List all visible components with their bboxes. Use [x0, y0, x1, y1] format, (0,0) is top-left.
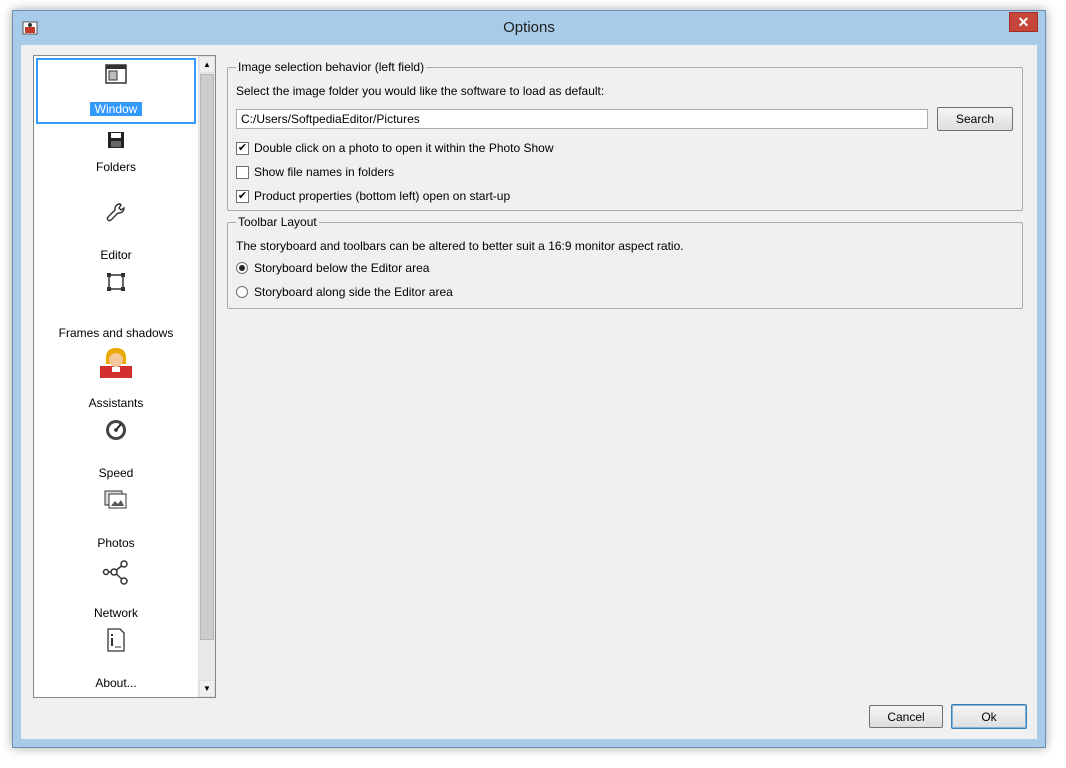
title-bar[interactable]: Options ✕	[13, 11, 1045, 45]
close-icon: ✕	[1017, 13, 1030, 30]
nav-item-speed[interactable]: Speed	[36, 414, 196, 480]
scroll-down-button[interactable]: ▼	[199, 680, 215, 697]
scroll-up-button[interactable]: ▲	[199, 56, 215, 73]
checkbox[interactable]	[236, 165, 249, 179]
radio-button[interactable]	[236, 262, 248, 274]
arrow-up-icon: ▲	[203, 60, 211, 69]
nav-item-label: Window	[89, 102, 143, 116]
option-label: Product properties (bottom left) open on…	[254, 189, 511, 203]
nav-item-assistants[interactable]: Assistants	[36, 344, 196, 410]
option-storyboard-alongside[interactable]: Storyboard along side the Editor area	[236, 285, 453, 299]
toolbar-layout-description: The storyboard and toolbars can be alter…	[236, 239, 684, 253]
option-label: Storyboard along side the Editor area	[254, 285, 453, 299]
group-title: Toolbar Layout	[236, 215, 319, 229]
nav-item-label: Editor	[100, 248, 132, 262]
radio-button[interactable]	[236, 286, 248, 298]
nav-item-network[interactable]: Network	[36, 554, 196, 620]
window-title: Options	[503, 19, 555, 36]
option-label: Storyboard below the Editor area	[254, 261, 430, 275]
option-label: Show file names in folders	[254, 165, 395, 179]
floppy-disk-icon	[104, 128, 128, 152]
cancel-button[interactable]: Cancel	[869, 705, 943, 728]
category-scrollbar[interactable]: ▲ ▼	[198, 56, 215, 697]
info-document-icon	[104, 628, 128, 652]
dialog-client-area: Window Folders Editor Frames and shadows…	[21, 45, 1037, 739]
scroll-thumb[interactable]	[200, 74, 214, 640]
nav-item-label: Assistants	[88, 396, 144, 410]
nav-item-folders[interactable]: Folders	[36, 128, 196, 190]
category-list[interactable]: Window Folders Editor Frames and shadows…	[33, 55, 216, 698]
window-icon	[104, 62, 128, 86]
frame-icon	[104, 270, 128, 294]
nav-item-label: Folders	[95, 160, 136, 174]
default-folder-input[interactable]	[236, 109, 928, 129]
photos-icon	[104, 488, 128, 512]
option-double-click[interactable]: ✔ Double click on a photo to open it wit…	[236, 141, 554, 155]
nav-item-label: Network	[93, 606, 138, 620]
nav-item-partial	[36, 694, 196, 697]
nav-item-frames-and-shadows[interactable]: Frames and shadows	[36, 273, 196, 340]
ok-button[interactable]: Ok	[951, 704, 1027, 729]
checkbox[interactable]: ✔	[236, 141, 249, 155]
wrench-icon	[104, 201, 128, 225]
nav-item-label: About...	[95, 676, 137, 690]
search-button[interactable]: Search	[937, 107, 1013, 131]
folder-prompt: Select the image folder you would like t…	[236, 84, 605, 98]
nav-item-label: Speed	[98, 466, 134, 480]
speedometer-icon	[104, 418, 128, 442]
option-label: Double click on a photo to open it withi…	[254, 141, 554, 155]
nav-item-label: Photos	[97, 536, 135, 550]
option-storyboard-below[interactable]: Storyboard below the Editor area	[236, 261, 429, 275]
nav-item-window[interactable]: Window	[36, 58, 196, 124]
radio-dot	[239, 265, 245, 271]
checkbox[interactable]: ✔	[236, 189, 249, 203]
nav-item-label: Frames and shadows	[58, 326, 174, 340]
group-title: Image selection behavior (left field)	[236, 60, 427, 74]
nav-item-photos[interactable]: Photos	[36, 484, 196, 550]
network-icon	[102, 558, 130, 586]
arrow-down-icon: ▼	[203, 684, 211, 693]
nav-item-editor[interactable]: Editor	[36, 196, 196, 262]
toolbar-layout-group: Toolbar Layout The storyboard and toolba…	[227, 215, 1023, 309]
image-selection-group: Image selection behavior (left field) Se…	[227, 60, 1023, 211]
nav-item-about[interactable]: About...	[36, 624, 196, 690]
assistant-avatar-icon	[100, 346, 132, 378]
option-show-file-names[interactable]: Show file names in folders	[236, 165, 394, 179]
close-button[interactable]: ✕	[1009, 12, 1038, 32]
options-window: Options ✕ Window Folders Editor Frames a…	[12, 10, 1046, 748]
option-product-properties[interactable]: ✔ Product properties (bottom left) open …	[236, 189, 510, 203]
